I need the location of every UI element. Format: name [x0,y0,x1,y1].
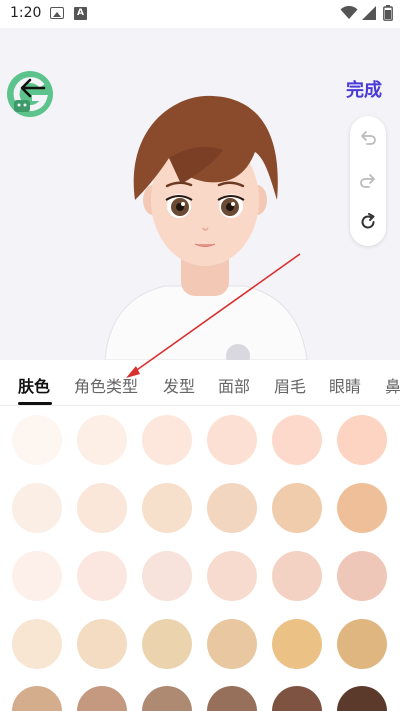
skin-color-swatch[interactable] [272,483,322,533]
category-tabs: 肤色 角色类型 发型 面部 眉毛 眼睛 鼻 [0,360,400,406]
skin-color-swatch[interactable] [207,483,257,533]
skin-color-swatch[interactable] [77,415,127,465]
image-notification-icon [50,7,64,19]
skin-color-grid [0,406,400,711]
skin-color-swatch[interactable] [272,551,322,601]
skin-color-swatch[interactable] [337,686,387,711]
skin-color-swatch[interactable] [207,415,257,465]
skin-color-swatch[interactable] [142,551,192,601]
back-arrow-icon[interactable] [18,76,48,100]
skin-color-swatch[interactable] [272,619,322,669]
skin-color-swatch[interactable] [337,483,387,533]
undo-icon[interactable] [358,128,378,148]
battery-icon [383,5,393,21]
skin-color-swatch[interactable] [77,619,127,669]
skin-color-swatch[interactable] [142,686,192,711]
tab-character-type[interactable]: 角色类型 [74,373,138,397]
status-time: 1:20 [10,5,42,21]
avatar-preview [104,95,308,360]
skin-color-swatch[interactable] [12,619,62,669]
wifi-icon [340,6,358,19]
status-bar: 1:20 A [0,0,400,28]
skin-color-swatch[interactable] [142,619,192,669]
done-button[interactable]: 完成 [346,76,382,102]
skin-color-swatch[interactable] [337,619,387,669]
active-tab-indicator [18,402,52,405]
skin-color-swatch[interactable] [77,686,127,711]
tab-eyes[interactable]: 眼睛 [329,373,361,397]
keyboard-a-icon: A [74,7,87,20]
tab-face[interactable]: 面部 [218,373,250,397]
reset-icon[interactable] [358,212,378,232]
signal-icon [362,6,376,20]
tab-hairstyle[interactable]: 发型 [163,373,195,397]
skin-color-swatch[interactable] [77,551,127,601]
skin-color-swatch[interactable] [272,415,322,465]
skin-color-swatch[interactable] [207,619,257,669]
skin-color-swatch[interactable] [12,551,62,601]
skin-color-swatch[interactable] [272,686,322,711]
skin-color-swatch[interactable] [142,415,192,465]
skin-color-swatch[interactable] [12,483,62,533]
skin-color-swatch[interactable] [337,551,387,601]
skin-color-swatch[interactable] [77,483,127,533]
redo-icon[interactable] [358,171,378,191]
skin-color-swatch[interactable] [142,483,192,533]
skin-color-swatch[interactable] [207,551,257,601]
skin-color-swatch[interactable] [337,415,387,465]
skin-color-swatch[interactable] [12,415,62,465]
skin-color-swatch[interactable] [12,686,62,711]
tab-nose[interactable]: 鼻 [385,373,400,397]
tab-skin-color[interactable]: 肤色 [18,373,50,397]
edit-tool-panel [350,116,386,246]
avatar-stage: 完成 [0,28,400,360]
tab-eyebrows[interactable]: 眉毛 [274,373,306,397]
skin-color-swatch[interactable] [207,686,257,711]
